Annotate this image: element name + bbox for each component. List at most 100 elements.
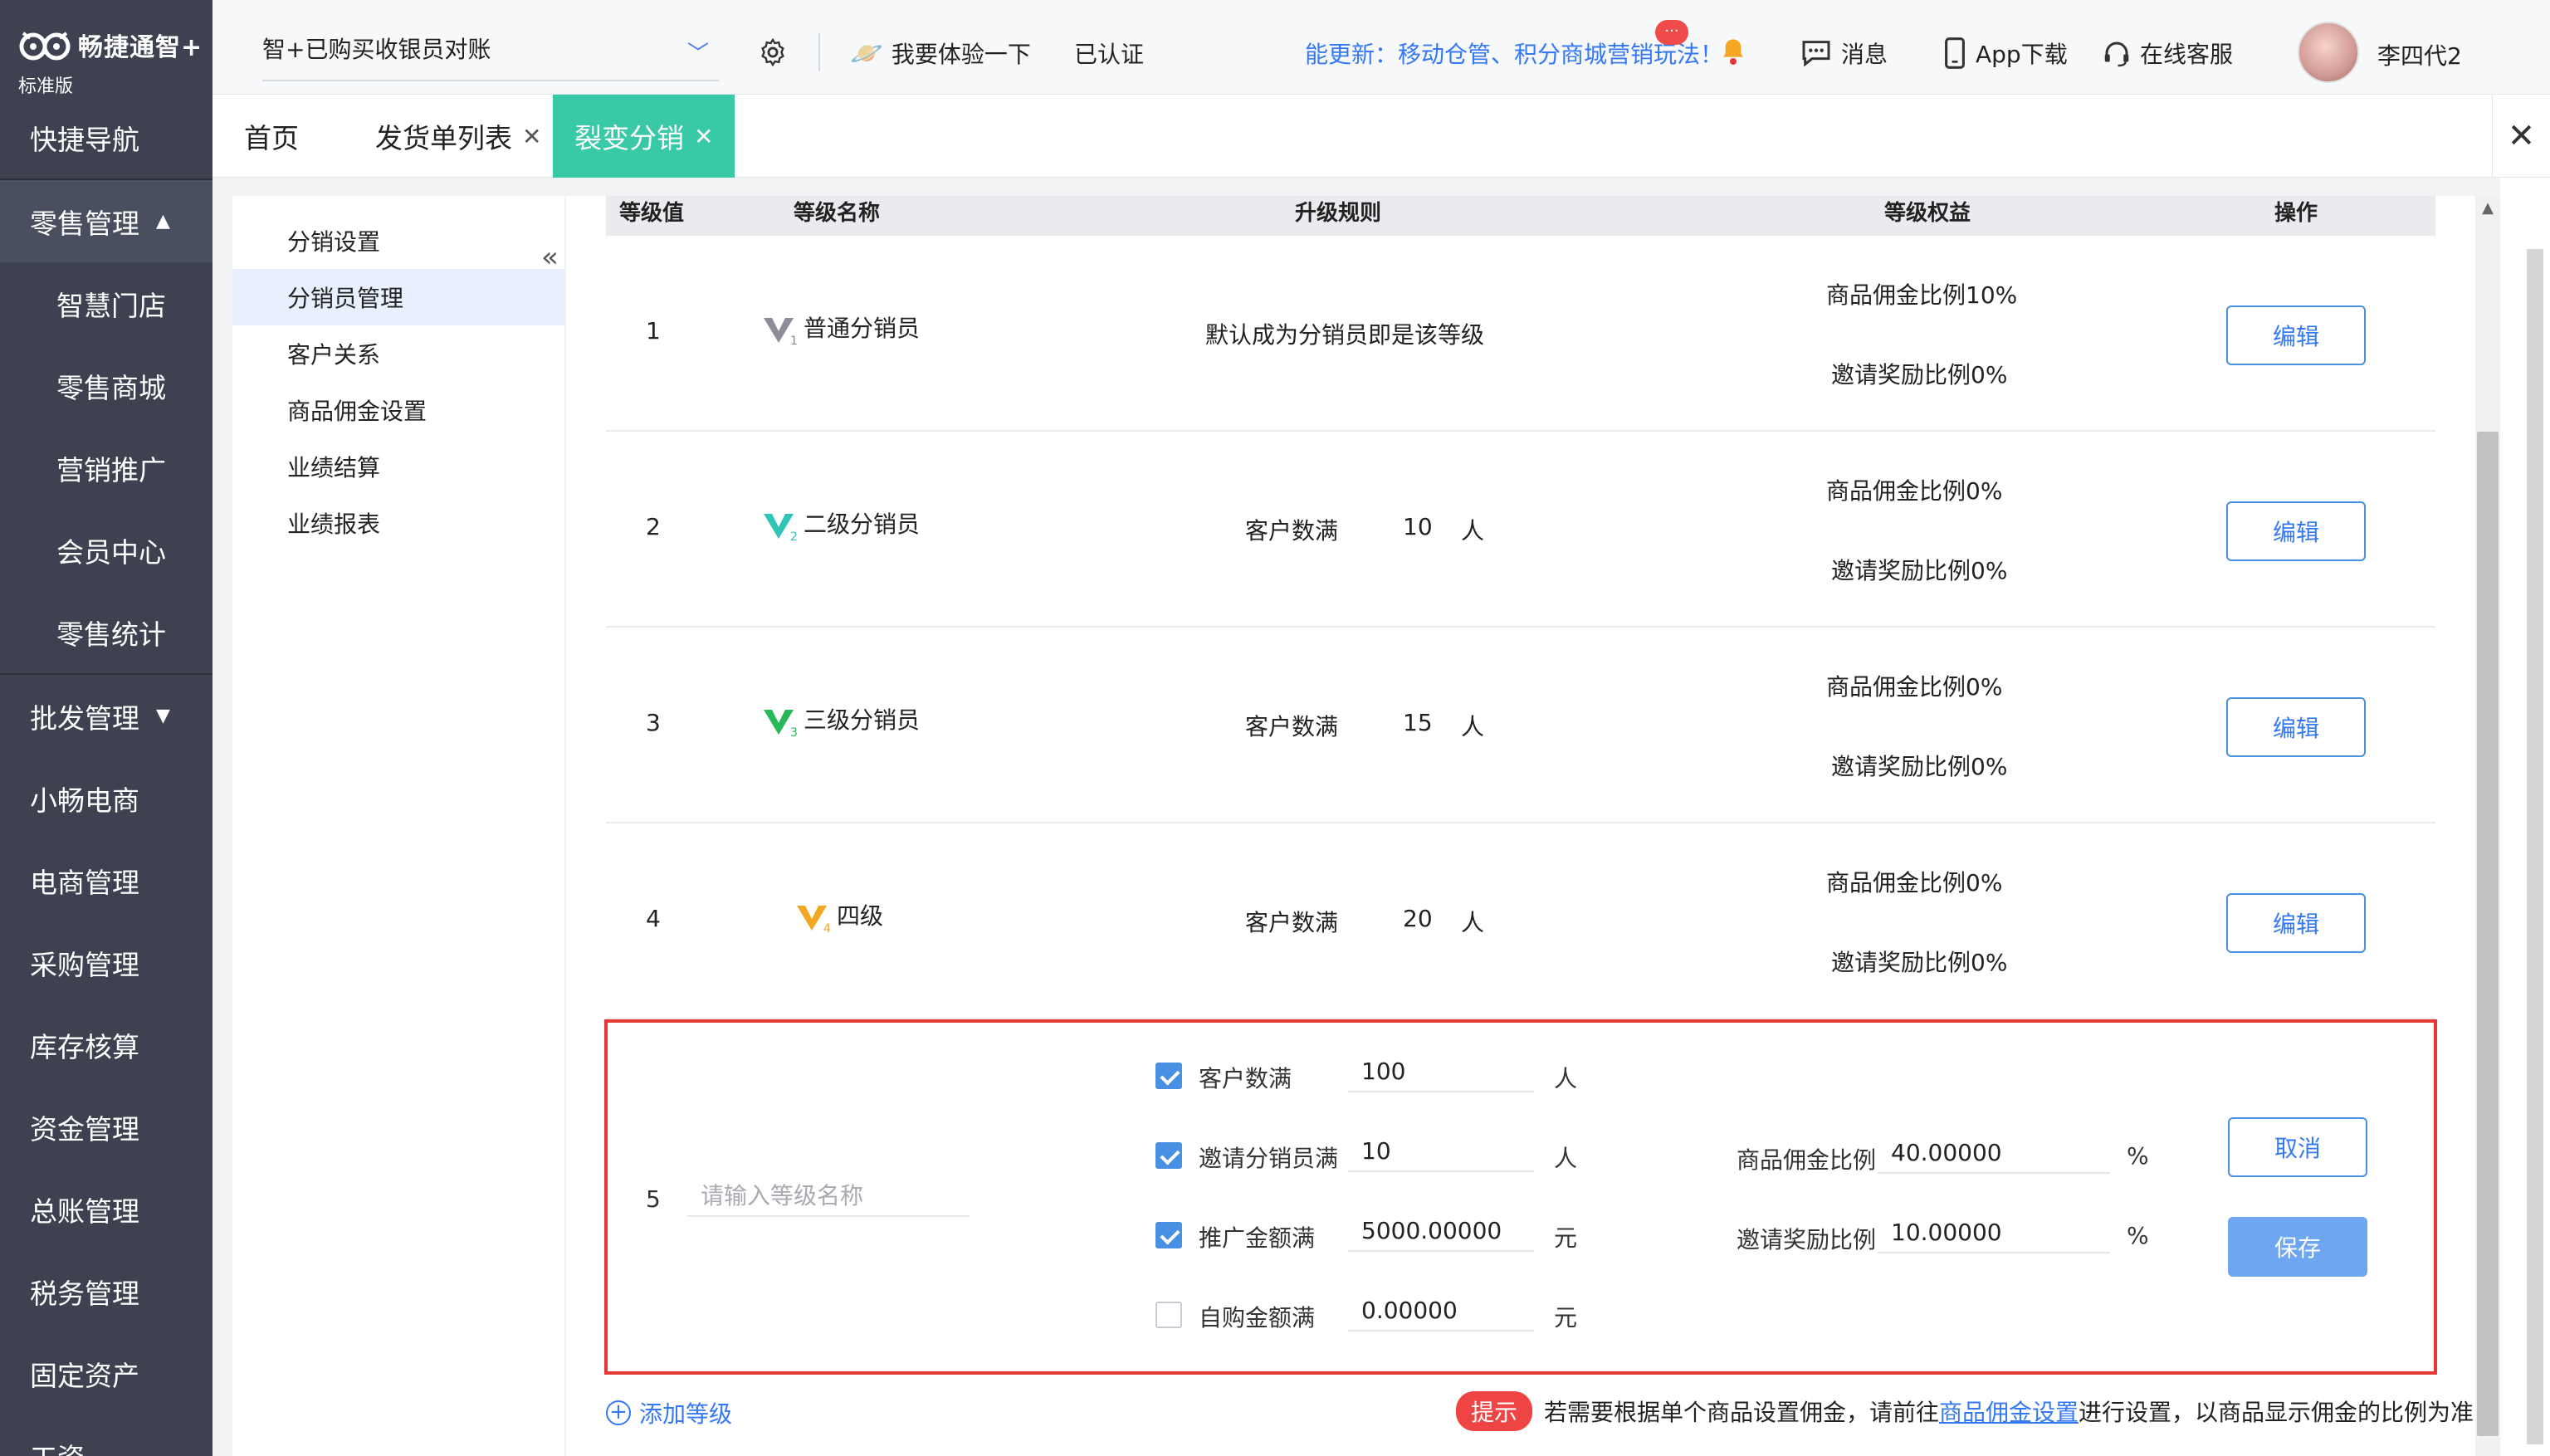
close-icon[interactable]: ✕ bbox=[522, 123, 541, 150]
sidebar-item-label: 快捷导航 bbox=[30, 123, 139, 156]
logo[interactable]: 畅捷通智+ 标准版 bbox=[0, 0, 212, 97]
level-badge-icon: 4 bbox=[797, 906, 830, 934]
save-button[interactable]: 保存 bbox=[2228, 1217, 2367, 1277]
subnav-item-4[interactable]: 业绩结算 bbox=[232, 438, 564, 495]
table-row: 4 4 四级 客户数满 20 人 商品佣金比例0% 邀请奖励比例0% 编辑 bbox=[606, 823, 2435, 1019]
benefit-invite: 邀请奖励比例0% bbox=[1831, 557, 2008, 584]
table-row: 2 2 二级分销员 客户数满 10 人 商品佣金比例0% 邀请奖励比例0% 编辑 bbox=[606, 432, 2435, 628]
condition-input[interactable]: 100 bbox=[1348, 1051, 1534, 1092]
edit-button[interactable]: 编辑 bbox=[2226, 305, 2366, 365]
edit-button[interactable]: 编辑 bbox=[2226, 893, 2366, 953]
edit-button[interactable]: 编辑 bbox=[2226, 501, 2366, 561]
content-scrollbar-thumb[interactable] bbox=[2477, 432, 2499, 1436]
sidebar-item-13[interactable]: 总账管理 bbox=[0, 1168, 212, 1250]
page-scrollbar-thumb[interactable] bbox=[2527, 249, 2543, 1444]
notification-button[interactable] bbox=[1720, 37, 1746, 66]
sidebar-item-label: 工资 bbox=[30, 1436, 85, 1456]
rule-text: 默认成为分销员即是该等级 bbox=[1205, 321, 1485, 349]
sidebar-item-14[interactable]: 税务管理 bbox=[0, 1250, 212, 1332]
close-icon[interactable]: ✕ bbox=[694, 123, 713, 150]
caret-up-icon: ▲ bbox=[156, 211, 170, 232]
product-commission-settings-link[interactable]: 商品佣金设置 bbox=[1939, 1395, 2079, 1428]
logo-edition: 标准版 bbox=[18, 76, 74, 97]
condition-unit: 人 bbox=[1554, 1145, 1578, 1172]
scroll-up-arrow-icon[interactable]: ▲ bbox=[2475, 199, 2500, 224]
tab-home[interactable]: 首页 bbox=[244, 95, 299, 178]
subnav-item-3[interactable]: 商品佣金设置 bbox=[232, 382, 564, 438]
sidebar-item-16[interactable]: 工资 bbox=[0, 1414, 212, 1456]
sidebar-item-0[interactable]: 快捷导航 bbox=[0, 96, 212, 178]
user-menu[interactable]: 李四代2 bbox=[2377, 38, 2462, 71]
trial-button[interactable]: 🪐 我要体验一下 bbox=[850, 37, 1031, 70]
condition-input[interactable]: 0.00000 bbox=[1348, 1290, 1534, 1331]
sidebar-item-label: 零售统计 bbox=[56, 618, 166, 651]
certified-label: 已认证 bbox=[1074, 41, 1145, 68]
sidebar-item-9[interactable]: 电商管理 bbox=[0, 839, 212, 921]
cancel-button[interactable]: 取消 bbox=[2228, 1117, 2367, 1177]
settings-button[interactable] bbox=[757, 37, 789, 68]
condition-checkbox[interactable] bbox=[1155, 1222, 1182, 1248]
logo-text: 畅捷通智+ bbox=[78, 33, 203, 62]
chat-icon bbox=[1802, 41, 1830, 67]
sidebar-item-label: 采购管理 bbox=[30, 948, 139, 981]
sidebar-item-7[interactable]: 批发管理 ▼ bbox=[0, 675, 212, 757]
condition-label: 自购金额满 bbox=[1199, 1304, 1316, 1331]
subnav-item-2[interactable]: 客户关系 bbox=[232, 325, 564, 382]
commission-ratio-unit: % bbox=[2127, 1142, 2149, 1170]
tip-text-after: 进行设置，以商品显示佣金的比例为准 bbox=[2079, 1399, 2474, 1426]
collapse-double-left-icon[interactable]: « bbox=[541, 241, 559, 274]
rule-unit: 人 bbox=[1461, 517, 1485, 545]
sidebar-item-5[interactable]: 会员中心 bbox=[0, 509, 212, 591]
sidebar-item-label: 税务管理 bbox=[30, 1277, 139, 1310]
app-download-button[interactable]: App下载 bbox=[1942, 37, 2068, 70]
sidebar-item-11[interactable]: 库存核算 bbox=[0, 1004, 212, 1086]
condition-checkbox[interactable] bbox=[1155, 1142, 1182, 1169]
online-service-button[interactable]: 在线客服 bbox=[2102, 37, 2233, 70]
benefit-invite: 邀请奖励比例0% bbox=[1831, 753, 2008, 780]
rule-unit: 人 bbox=[1461, 713, 1485, 740]
sidebar-item-6[interactable]: 零售统计 bbox=[0, 591, 212, 673]
tab-delivery-list-label: 发货单列表 bbox=[375, 122, 512, 154]
condition-input[interactable]: 10 bbox=[1348, 1131, 1534, 1172]
level-name-input[interactable]: 请输入等级名称 bbox=[687, 1175, 970, 1217]
condition-input[interactable]: 5000.00000 bbox=[1348, 1210, 1534, 1252]
benefit-invite: 邀请奖励比例0% bbox=[1831, 361, 2008, 388]
sidebar-item-15[interactable]: 固定资产 bbox=[0, 1332, 212, 1414]
sidebar-item-12[interactable]: 资金管理 bbox=[0, 1086, 212, 1168]
condition-unit: 元 bbox=[1554, 1224, 1578, 1252]
phone-icon bbox=[1945, 37, 1965, 69]
tab-fission-distribution[interactable]: 裂变分销 ✕ bbox=[553, 95, 735, 178]
add-level-button[interactable]: + 添加等级 bbox=[606, 1396, 732, 1429]
sidebar-item-2[interactable]: 智慧门店 bbox=[0, 262, 212, 344]
condition-label: 客户数满 bbox=[1199, 1065, 1292, 1092]
level-name-cell: 4 四级 bbox=[794, 898, 883, 934]
tab-delivery-list[interactable]: 发货单列表 ✕ bbox=[375, 95, 541, 178]
tab-fission-distribution-label: 裂变分销 bbox=[574, 122, 684, 154]
page-tabs: 首页 发货单列表 ✕ 裂变分销 ✕ ✕ bbox=[212, 95, 2550, 178]
subnav-item-5[interactable]: 业绩报表 bbox=[232, 495, 564, 551]
company-select[interactable]: 智+已购买收银员对账 ﹀ bbox=[262, 32, 719, 81]
planet-icon: 🪐 bbox=[850, 37, 883, 69]
sidebar-item-10[interactable]: 采购管理 bbox=[0, 921, 212, 1004]
commission-ratio-input[interactable]: 40.00000 bbox=[1878, 1132, 2110, 1174]
chevron-down-icon: ﹀ bbox=[686, 42, 709, 66]
subnav-item-1[interactable]: 分销员管理 bbox=[232, 269, 564, 325]
messages-button[interactable]: 消息 bbox=[1800, 37, 1888, 70]
sidebar-item-label: 小畅电商 bbox=[30, 784, 139, 817]
sidebar-item-3[interactable]: 零售商城 bbox=[0, 344, 212, 427]
level-name: 二级分销员 bbox=[804, 511, 921, 538]
invite-ratio-input[interactable]: 10.00000 bbox=[1878, 1212, 2110, 1253]
close-all-tabs-button[interactable]: ✕ bbox=[2492, 95, 2550, 178]
condition-checkbox[interactable] bbox=[1155, 1302, 1182, 1328]
sidebar-item-8[interactable]: 小畅电商 bbox=[0, 757, 212, 839]
caret-down-icon: ▼ bbox=[156, 706, 170, 726]
certified-link[interactable]: 已认证 bbox=[1074, 37, 1144, 70]
new-level-value: 5 bbox=[646, 1185, 661, 1213]
subnav-item-0[interactable]: 分销设置 bbox=[232, 213, 564, 269]
avatar[interactable] bbox=[2298, 22, 2359, 83]
sidebar-item-1[interactable]: 零售管理 ▲ bbox=[0, 180, 212, 262]
condition-checkbox[interactable] bbox=[1155, 1063, 1182, 1089]
edit-button[interactable]: 编辑 bbox=[2226, 697, 2366, 757]
sidebar-item-4[interactable]: 营销推广 bbox=[0, 427, 212, 509]
condition-label: 邀请分销员满 bbox=[1199, 1145, 1339, 1172]
